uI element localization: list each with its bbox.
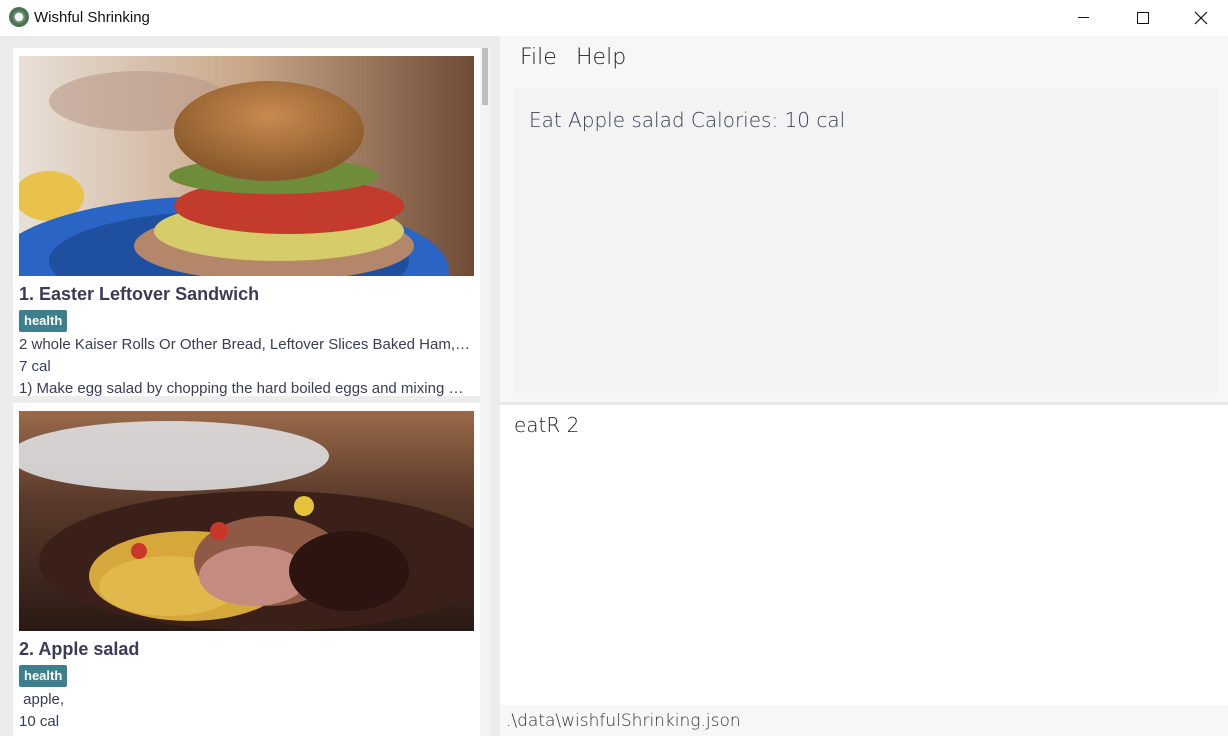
recipe-list[interactable]: 1. Easter Leftover Sandwich health 2 who… bbox=[13, 48, 480, 736]
status-bar: .\data\wishfulShrinking.json bbox=[500, 705, 1228, 736]
recipe-calories: 10 cal bbox=[19, 713, 60, 730]
recipe-ingredients: apple, bbox=[19, 691, 65, 708]
minimize-icon bbox=[1077, 16, 1089, 18]
result-text: Eat Apple salad Calories: 10 cal bbox=[529, 108, 846, 132]
pork-salad-photo bbox=[19, 411, 474, 631]
recipe-list-panel: 1. Easter Leftover Sandwich health 2 who… bbox=[0, 36, 500, 736]
recipe-card[interactable]: 2. Apple salad health apple, 10 cal bbox=[13, 403, 480, 736]
menu-help[interactable]: Help bbox=[576, 45, 626, 70]
result-panel: Eat Apple salad Calories: 10 cal bbox=[500, 80, 1228, 402]
list-scrollbar[interactable] bbox=[480, 48, 490, 736]
recipe-card[interactable]: 1. Easter Leftover Sandwich health 2 who… bbox=[13, 48, 480, 397]
maximize-icon bbox=[1137, 12, 1149, 24]
scrollbar-thumb[interactable] bbox=[482, 48, 488, 105]
menu-bar: File Help bbox=[500, 36, 1228, 80]
menu-file[interactable]: File bbox=[520, 45, 557, 70]
card-separator bbox=[13, 396, 480, 403]
sandwich-photo bbox=[19, 56, 474, 276]
command-input[interactable]: eatR 2 bbox=[500, 405, 1228, 705]
plate-icon bbox=[9, 7, 29, 27]
tag-badge: health bbox=[19, 310, 68, 332]
recipe-title: 1. Easter Leftover Sandwich bbox=[19, 284, 260, 304]
window-title: Wishful Shrinking bbox=[34, 9, 150, 26]
recipe-title: 2. Apple salad bbox=[19, 639, 140, 659]
close-icon bbox=[1194, 11, 1208, 25]
command-text: eatR 2 bbox=[514, 413, 580, 437]
minimize-button[interactable] bbox=[1054, 0, 1112, 36]
recipe-ingredients: 2 whole Kaiser Rolls Or Other Bread, Lef… bbox=[19, 336, 474, 353]
recipe-instructions: 1) Make egg salad by chopping the hard b… bbox=[19, 380, 474, 397]
title-bar: Wishful Shrinking bbox=[0, 0, 1228, 36]
maximize-button[interactable] bbox=[1114, 0, 1172, 36]
tag-badge: health bbox=[19, 665, 68, 687]
recipe-calories: 7 cal bbox=[19, 358, 51, 375]
result-display[interactable]: Eat Apple salad Calories: 10 cal bbox=[514, 89, 1218, 393]
data-file-path: .\data\wishfulShrinking.json bbox=[506, 711, 741, 731]
close-button[interactable] bbox=[1172, 0, 1228, 36]
